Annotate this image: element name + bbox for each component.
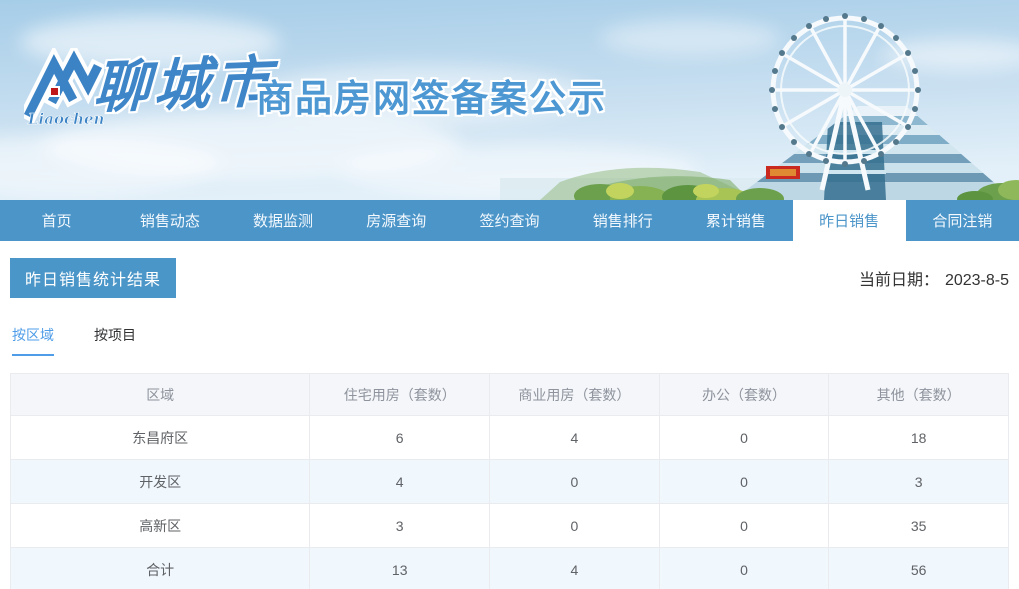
cell-office: 0 [658, 459, 830, 504]
cell-office: 0 [658, 415, 830, 460]
cell-office: 0 [658, 503, 830, 548]
tab-by-project[interactable]: 按项目 [94, 325, 136, 356]
nav-item-sales-dynamics[interactable]: 销售动态 [113, 200, 226, 241]
cell-office: 0 [658, 547, 830, 589]
nav-item-contract-cancellation[interactable]: 合同注销 [906, 200, 1019, 241]
nav-item-label: 昨日销售 [819, 213, 880, 230]
table-header-row: 区域 住宅用房（套数） 商业用房（套数） 办公（套数） 其他（套数） [9, 373, 1009, 416]
nav-item-label: 签约查询 [479, 213, 540, 230]
content-header: 昨日销售统计结果 当前日期： 2023-8-5 [10, 258, 1009, 298]
cell-residential: 6 [309, 415, 491, 460]
col-header-commercial: 商业用房（套数） [489, 373, 660, 416]
site-title: 商品房网签备案公示 [256, 78, 607, 119]
main-nav: 首页 销售动态 数据监测 房源查询 签约查询 销售排行 累计销售 昨日销售 合同… [0, 200, 1019, 241]
nav-item-label: 房源查询 [366, 213, 427, 230]
header-banner: Liaocheng 聊城市 商品房网签备案公示 [0, 0, 1019, 200]
cell-residential: 4 [309, 459, 491, 504]
nav-item-label: 累计销售 [705, 213, 766, 230]
cell-other: 35 [828, 503, 1009, 548]
current-date: 当前日期： 2023-8-5 [859, 266, 1009, 290]
col-header-office: 办公（套数） [658, 373, 830, 416]
nav-item-label: 首页 [41, 213, 72, 230]
nav-item-yesterday-sales[interactable]: 昨日销售 [792, 200, 906, 241]
nav-item-label: 数据监测 [253, 213, 314, 230]
nav-item-data-monitoring[interactable]: 数据监测 [226, 200, 339, 241]
cell-commercial: 4 [489, 547, 660, 589]
current-date-value: 2023-8-5 [944, 272, 1009, 289]
view-tabs: 按区域 按项目 [10, 325, 1009, 356]
nav-item-label: 销售动态 [139, 213, 200, 230]
tab-by-region[interactable]: 按区域 [12, 325, 54, 356]
cell-residential: 3 [309, 503, 491, 548]
cell-other: 18 [828, 415, 1009, 460]
page-title: 昨日销售统计结果 [10, 258, 177, 298]
nav-item-home[interactable]: 首页 [0, 200, 113, 241]
sales-stats-table: 区域 住宅用房（套数） 商业用房（套数） 办公（套数） 其他（套数） 东昌府区 … [9, 373, 1009, 589]
cell-residential: 13 [309, 547, 491, 589]
nav-item-label: 合同注销 [932, 213, 993, 230]
table-row: 高新区 3 0 0 35 [9, 503, 1009, 548]
nav-item-sales-ranking[interactable]: 销售排行 [566, 200, 679, 241]
main-content: 昨日销售统计结果 当前日期： 2023-8-5 按区域 按项目 区域 住宅用房（套… [0, 258, 1019, 589]
current-date-label: 当前日期： [858, 272, 939, 289]
cell-commercial: 0 [489, 459, 660, 504]
cell-region: 开发区 [9, 459, 311, 504]
cell-commercial: 4 [489, 415, 660, 460]
cell-commercial: 0 [489, 503, 660, 548]
city-name: 聊城市 [92, 48, 275, 122]
nav-item-housing-query[interactable]: 房源查询 [340, 200, 453, 241]
cell-other: 3 [828, 459, 1009, 504]
table-row: 东昌府区 6 4 0 18 [9, 415, 1009, 460]
table-row-total: 合计 13 4 0 56 [9, 547, 1009, 589]
nav-item-cumulative-sales[interactable]: 累计销售 [679, 200, 792, 241]
cell-region: 合计 [9, 547, 311, 589]
cell-region: 高新区 [9, 503, 311, 548]
cell-region: 东昌府区 [9, 415, 311, 460]
nav-item-signing-query[interactable]: 签约查询 [453, 200, 566, 241]
col-header-region: 区域 [9, 373, 311, 416]
cell-other: 56 [828, 547, 1009, 589]
col-header-residential: 住宅用房（套数） [309, 373, 491, 416]
table-row: 开发区 4 0 0 3 [9, 459, 1009, 504]
col-header-other: 其他（套数） [828, 373, 1009, 416]
nav-item-label: 销售排行 [592, 213, 653, 230]
